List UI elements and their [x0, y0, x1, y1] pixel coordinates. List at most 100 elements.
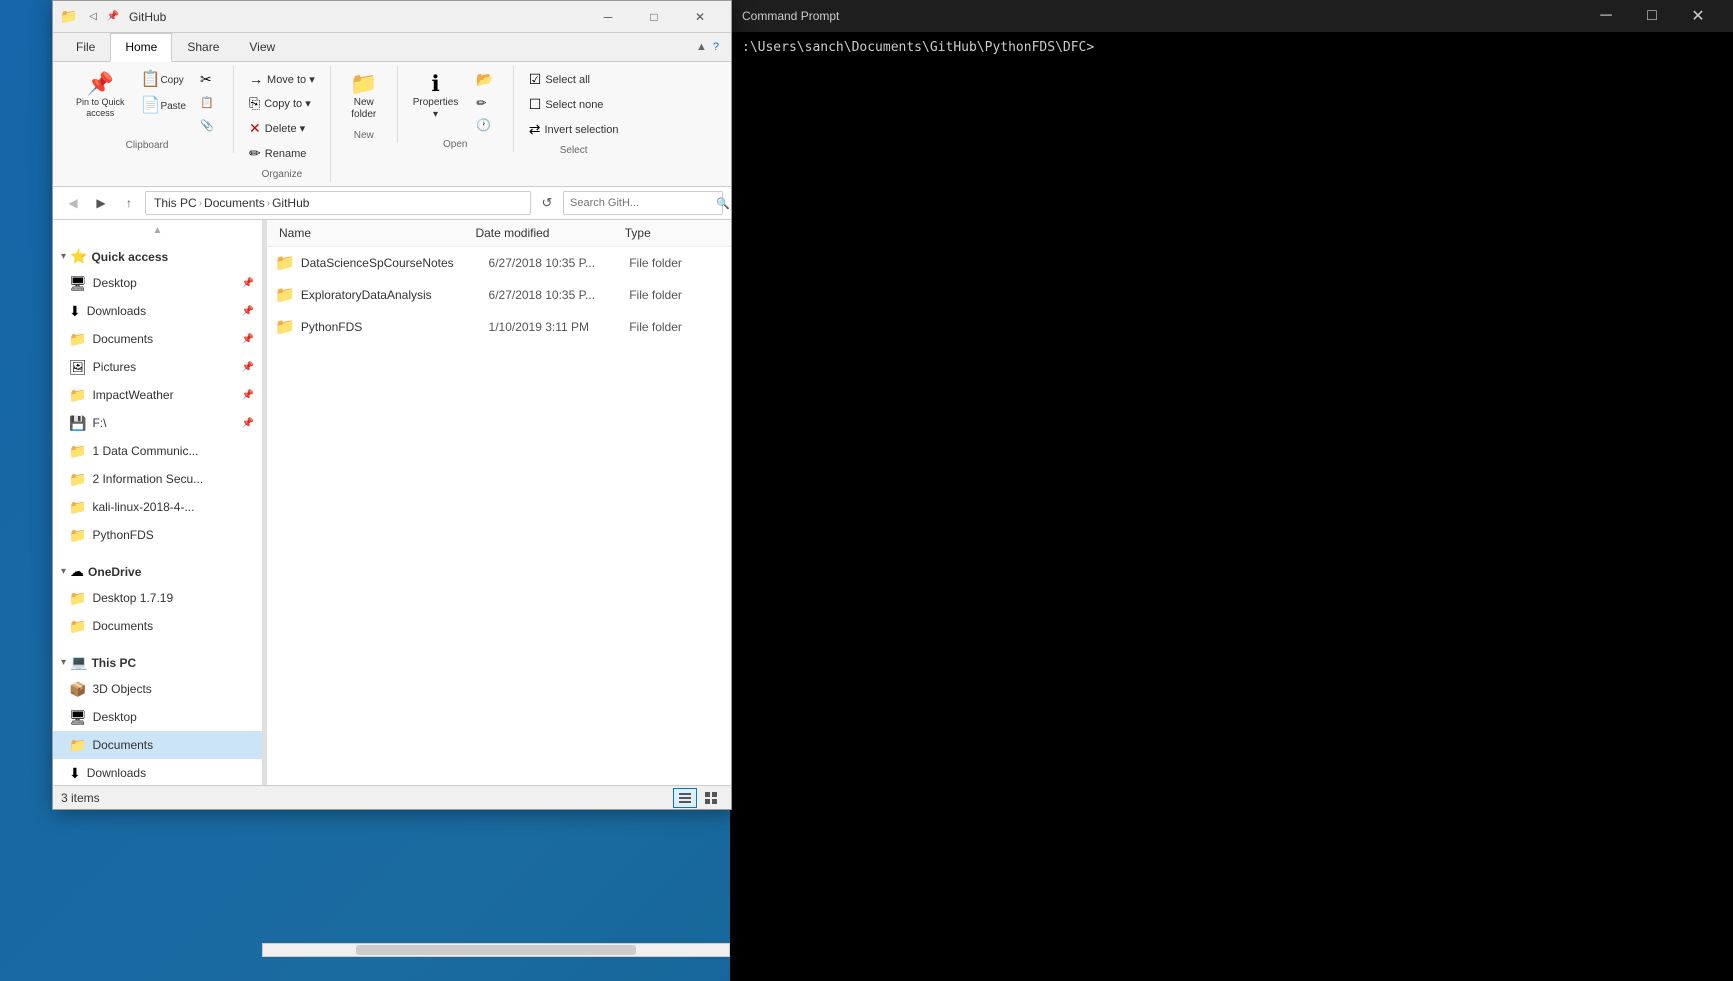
sidebar-item-documents-qa[interactable]: 📁 Documents 📌	[53, 325, 262, 353]
paste-shortcut-btn[interactable]: 📎	[195, 115, 225, 136]
sidebar-item-kali[interactable]: 📁 kali-linux-2018-4-...	[53, 493, 262, 521]
sidebar-item-pictures-qa[interactable]: 🖼 Pictures 📌	[53, 353, 262, 381]
select-all-label: Select all	[545, 74, 590, 86]
sidebar-item-datacomm[interactable]: 📁 1 Data Communic...	[53, 437, 262, 465]
sidebar-item-downloads-qa[interactable]: ⬇ Downloads 📌	[53, 297, 262, 325]
select-none-btn[interactable]: ☐ Select none	[522, 93, 626, 116]
move-to-btn[interactable]: → Move to ▾	[242, 68, 322, 90]
search-box[interactable]: 🔍	[563, 191, 723, 215]
select-none-label: Select none	[545, 99, 603, 111]
col-header-type[interactable]: Type	[621, 224, 723, 242]
cmd-minimize-btn[interactable]: ─	[1583, 0, 1629, 32]
quick-access-arrow: ▾	[61, 251, 66, 262]
view-details-btn[interactable]	[673, 788, 697, 808]
sidebar-item-infosec[interactable]: 📁 2 Information Secu...	[53, 465, 262, 493]
sidebar-item-3dobjects[interactable]: 📦 3D Objects	[53, 675, 262, 703]
sidebar-item-pythonfds-qa[interactable]: 📁 PythonFDS	[53, 521, 262, 549]
ribbon-content: 📌 Pin to Quickaccess 📋 Copy 📄 Paste	[53, 62, 731, 186]
cut-btn[interactable]: ✂	[195, 68, 225, 90]
tab-file[interactable]: File	[61, 33, 110, 61]
path-segment: This PC › Documents › GitHub	[154, 196, 309, 210]
quick-access-header[interactable]: ▾ ⭐ Quick access	[53, 242, 262, 269]
select-all-icon: ☑	[529, 71, 542, 88]
tab-home[interactable]: Home	[110, 33, 172, 62]
copy-path-btn[interactable]: 📋	[195, 92, 225, 113]
ribbon-expand-btn[interactable]: ▲	[696, 41, 707, 53]
select-all-btn[interactable]: ☑ Select all	[522, 68, 626, 91]
desktop-pc-label: Desktop	[93, 710, 254, 724]
invert-label: Invert selection	[545, 124, 619, 136]
sidebar-item-documents-od[interactable]: 📁 Documents	[53, 612, 262, 640]
table-row[interactable]: 📁 ExploratoryDataAnalysis 6/27/2018 10:3…	[267, 279, 731, 311]
rename-btn[interactable]: ✏ Rename	[242, 142, 322, 165]
sidebar-item-desktop-qa[interactable]: 🖥 Desktop 📌	[53, 269, 262, 297]
pin-indicator-desktop: 📌	[242, 278, 254, 289]
search-input[interactable]	[570, 197, 712, 209]
pythonfds-qa-icon: 📁	[69, 527, 86, 544]
forward-btn[interactable]: ▶	[89, 191, 113, 215]
new-folder-btn[interactable]: 📁 Newfolder	[339, 68, 389, 126]
ribbon-group-select: ☑ Select all ☐ Select none ⇄ Invert sele…	[514, 66, 634, 158]
paste-btn[interactable]: 📄 Paste	[134, 94, 194, 118]
sidebar-item-desktop-od[interactable]: 📁 Desktop 1.7.19	[53, 584, 262, 612]
title-folder-icon: 📁	[61, 9, 77, 25]
address-bar: ◀ ▶ ↑ This PC › Documents › GitHub ↺ 🔍	[53, 187, 731, 220]
pin-quick-access-btn[interactable]: 📌 Pin to Quickaccess	[69, 68, 132, 124]
copy-btn[interactable]: 📋 Copy	[134, 68, 194, 92]
explorer-close-btn[interactable]: ✕	[677, 1, 723, 33]
table-row[interactable]: 📁 PythonFDS 1/10/2019 3:11 PM File folde…	[267, 311, 731, 343]
cmd-maximize-btn[interactable]: □	[1629, 0, 1675, 32]
refresh-btn[interactable]: ↺	[535, 191, 559, 215]
rename-label: Rename	[265, 148, 307, 160]
documents-pc-label: Documents	[92, 738, 254, 752]
horizontal-scrollbar[interactable]	[262, 943, 730, 957]
ribbon-help-btn[interactable]: ?	[713, 41, 719, 53]
table-row[interactable]: 📁 DataScienceSpCourseNotes 6/27/2018 10:…	[267, 247, 731, 279]
up-btn[interactable]: ↑	[117, 191, 141, 215]
sidebar-scroll-up[interactable]: ▲	[53, 220, 262, 238]
address-path[interactable]: This PC › Documents › GitHub	[145, 191, 531, 215]
path-github[interactable]: GitHub	[272, 196, 309, 210]
col-header-name[interactable]: Name	[275, 224, 471, 242]
open-icon: 📂	[476, 71, 493, 88]
path-documents[interactable]: Documents	[204, 196, 265, 210]
downloads-qa-icon: ⬇	[69, 303, 81, 320]
explorer-minimize-btn[interactable]: ─	[585, 1, 631, 33]
properties-btn[interactable]: ℹ Properties▾	[406, 68, 466, 135]
infosec-label: 2 Information Secu...	[92, 472, 254, 486]
col-header-date[interactable]: Date modified	[471, 224, 620, 242]
sidebar-item-impactweather[interactable]: 📁 ImpactWeather 📌	[53, 381, 262, 409]
fslash-icon: 💾	[69, 415, 86, 432]
delete-btn[interactable]: ✕ Delete ▾	[242, 117, 322, 140]
sidebar-item-documents-pc[interactable]: 📁 Documents	[53, 731, 262, 759]
pin-indicator-downloads: 📌	[242, 306, 254, 317]
sidebar-item-fslash[interactable]: 💾 F:\ 📌	[53, 409, 262, 437]
thispc-header[interactable]: ▾ 💻 This PC	[53, 648, 262, 675]
view-tiles-btn[interactable]	[699, 788, 723, 808]
desktop-qa-icon: 🖥	[69, 275, 87, 292]
tab-share[interactable]: Share	[172, 33, 234, 61]
open-history-btn[interactable]: 🕐	[469, 115, 504, 135]
open-btn[interactable]: 📂	[469, 68, 504, 91]
downloads-qa-label: Downloads	[87, 304, 236, 318]
title-pin-icon: 📌	[105, 9, 121, 25]
sidebar-item-downloads-pc[interactable]: ⬇ Downloads	[53, 759, 262, 785]
explorer-maximize-btn[interactable]: □	[631, 1, 677, 33]
invert-selection-btn[interactable]: ⇄ Invert selection	[522, 118, 626, 141]
documents-od-icon: 📁	[69, 618, 86, 635]
documents-pc-icon: 📁	[69, 737, 86, 754]
sidebar-item-desktop-pc[interactable]: 🖥 Desktop	[53, 703, 262, 731]
edit-btn[interactable]: ✏	[469, 93, 504, 113]
tab-view[interactable]: View	[234, 33, 290, 61]
onedrive-header[interactable]: ▾ ☁ OneDrive	[53, 557, 262, 584]
copy-to-btn[interactable]: ⎘ Copy to ▾	[242, 92, 322, 115]
desktop-od-label: Desktop 1.7.19	[92, 591, 254, 605]
rename-icon: ✏	[249, 145, 261, 162]
new-folder-icon: 📁	[350, 73, 377, 95]
select-none-icon: ☐	[529, 96, 542, 113]
ribbon-group-clipboard: 📌 Pin to Quickaccess 📋 Copy 📄 Paste	[61, 66, 234, 153]
cmd-close-btn[interactable]: ✕	[1675, 0, 1721, 32]
cmd-content: :\Users\sanch\Documents\GitHub\PythonFDS…	[730, 32, 1733, 981]
back-btn[interactable]: ◀	[61, 191, 85, 215]
path-this-pc[interactable]: This PC	[154, 196, 197, 210]
